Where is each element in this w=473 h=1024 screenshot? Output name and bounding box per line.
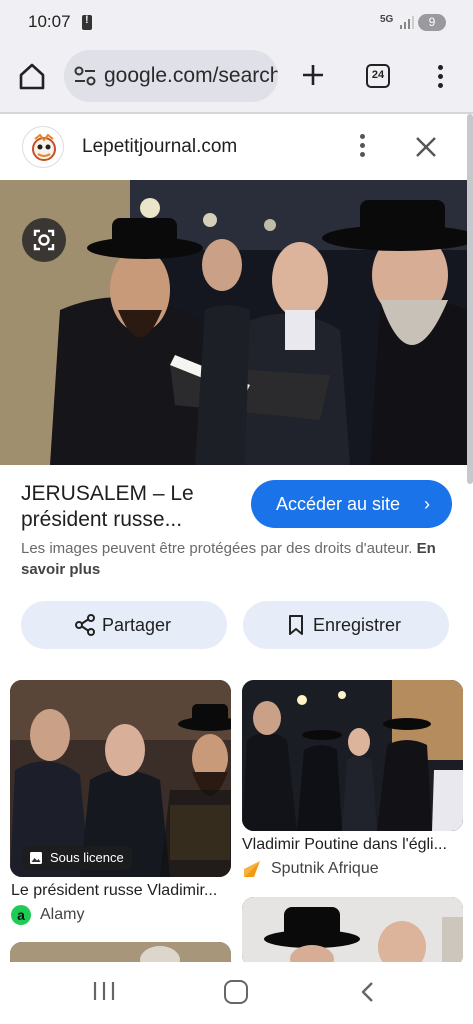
sputnik-logo-icon xyxy=(244,861,260,877)
alamy-logo-icon: a xyxy=(11,905,31,925)
result-source-1: Alamy xyxy=(40,906,85,923)
status-bar: 10:07 5G 9 xyxy=(0,0,473,44)
share-icon xyxy=(75,614,95,636)
recent-apps-icon[interactable] xyxy=(92,980,116,1002)
save-label: Enregistrer xyxy=(313,615,402,635)
result-title-2[interactable]: Vladimir Poutine dans l'égli... xyxy=(242,836,464,854)
battery-level: 9 xyxy=(418,14,446,31)
browser-toolbar: google.com/search 24 xyxy=(0,44,473,112)
alert-icon xyxy=(82,14,92,30)
bookmark-icon xyxy=(289,615,303,635)
result-image[interactable] xyxy=(242,680,463,831)
more-vert-icon[interactable] xyxy=(355,134,369,160)
share-button[interactable]: Partager xyxy=(21,601,227,649)
network-type: 5G xyxy=(380,14,394,25)
site-name[interactable]: Lepetitjournal.com xyxy=(82,136,237,158)
status-time: 10:07 xyxy=(28,12,71,31)
tabs-icon[interactable]: 24 xyxy=(366,64,390,88)
back-icon[interactable] xyxy=(356,980,380,1004)
tune-icon[interactable] xyxy=(74,66,96,86)
image-icon xyxy=(30,852,42,864)
site-logo xyxy=(22,126,64,168)
main-image[interactable] xyxy=(0,180,468,465)
new-tab-button[interactable] xyxy=(298,60,328,90)
url-text: google.com/search xyxy=(104,64,278,87)
save-button[interactable]: Enregistrer xyxy=(243,601,449,649)
share-label: Partager xyxy=(102,615,172,635)
photo-illustration xyxy=(0,180,468,465)
more-vert-icon[interactable] xyxy=(430,62,450,92)
licence-label: Sous licence xyxy=(50,850,124,865)
system-home-icon[interactable] xyxy=(224,980,248,1004)
result-title: JERUSALEM – Le président russe... xyxy=(21,482,194,531)
lens-icon[interactable] xyxy=(22,218,66,262)
chevron-right-icon: › xyxy=(424,494,430,514)
system-nav-bar xyxy=(0,962,473,1024)
visit-site-label: Accéder au site xyxy=(276,494,401,514)
url-bar[interactable]: google.com/search xyxy=(64,50,278,102)
panel-scrollbar[interactable] xyxy=(467,114,473,484)
signal-icon xyxy=(400,16,414,29)
copyright-notice: Les images peuvent être protégées par de… xyxy=(21,538,461,580)
copyright-text: Les images peuvent être protégées par de… xyxy=(21,540,413,557)
licence-badge: Sous licence xyxy=(22,846,132,870)
close-icon[interactable] xyxy=(412,133,440,161)
home-icon[interactable] xyxy=(16,60,48,92)
result-title-1[interactable]: Le président russe Vladimir... xyxy=(11,882,233,900)
result-image[interactable] xyxy=(242,897,463,967)
result-source-2: Sputnik Afrique xyxy=(271,860,379,877)
panel-header: Lepetitjournal.com xyxy=(0,114,473,180)
visit-site-button[interactable]: Accéder au site › xyxy=(251,480,452,528)
plus-icon xyxy=(303,65,323,85)
